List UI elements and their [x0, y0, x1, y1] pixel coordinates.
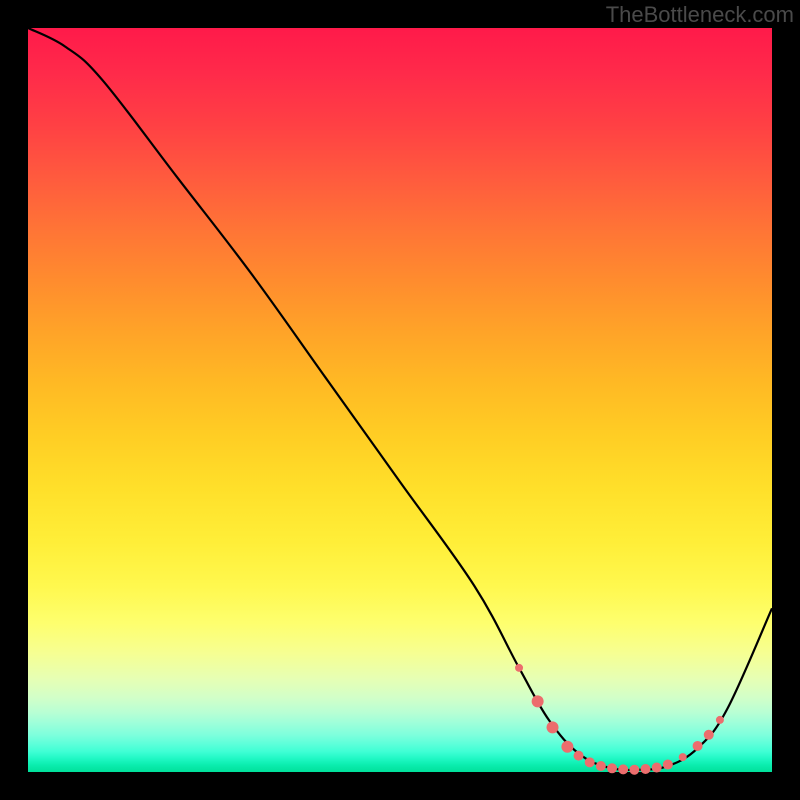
curve-marker [574, 751, 584, 761]
curve-marker [618, 764, 628, 774]
curve-marker [547, 721, 559, 733]
chart-svg [28, 28, 772, 772]
curve-marker [679, 753, 687, 761]
curve-marker [607, 763, 617, 773]
curve-marker [596, 761, 606, 771]
curve-marker [693, 741, 703, 751]
curve-marker [532, 695, 544, 707]
curve-marker [561, 741, 573, 753]
watermark-text: TheBottleneck.com [606, 2, 794, 28]
curve-marker [652, 763, 662, 773]
curve-marker [629, 765, 639, 775]
bottleneck-curve [28, 28, 772, 770]
curve-marker [716, 716, 724, 724]
chart-area [28, 28, 772, 772]
curve-markers [515, 664, 724, 775]
curve-marker [515, 664, 523, 672]
curve-marker [704, 730, 714, 740]
curve-marker [585, 757, 595, 767]
curve-marker [663, 760, 673, 770]
curve-marker [641, 764, 651, 774]
